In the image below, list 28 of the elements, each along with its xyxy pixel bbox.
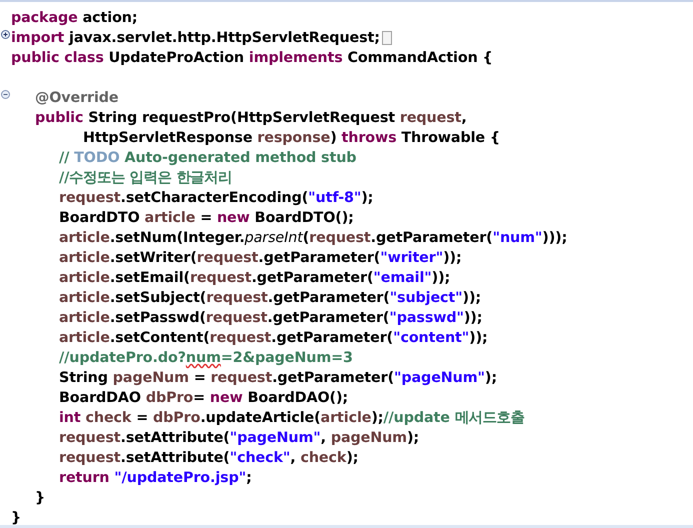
code-line: article.setNum(Integer.parseInt(request.getParameter("num"))); — [58, 230, 568, 246]
code-line: article.setWriter(request.getParameter("writer")); — [58, 250, 462, 266]
code-line: HttpServletResponse response) throws Throwable { — [82, 130, 500, 146]
code-line: article.setPasswd(request.getParameter("passwd")); — [58, 310, 482, 326]
code-line: int check = dbPro.updateArticle(article);//update 메서드호출 — [58, 410, 524, 426]
code-line: package action; — [11, 10, 138, 26]
code-line: @Override — [34, 90, 118, 106]
collapse-icon[interactable] — [1, 90, 10, 99]
expand-icon[interactable] — [1, 30, 10, 39]
code-line: // TODO Auto-generated method stub — [58, 150, 356, 166]
code-line: BoardDTO article = new BoardDTO(); — [58, 210, 354, 226]
code-line: BoardDAO dbPro= new BoardDAO(); — [58, 390, 348, 406]
code-line: String pageNum = request.getParameter("pageNum"); — [58, 370, 497, 386]
code-line: import javax.servlet.http.HttpServletRequest; — [11, 30, 380, 46]
folded-code-marker[interactable] — [382, 30, 392, 45]
code-line: } — [11, 510, 22, 526]
code-line: public String requestPro(HttpServletRequest request, — [34, 110, 467, 126]
code-line: public class UpdateProAction implements CommandAction { — [11, 50, 493, 66]
code-line: return "/updatePro.jsp"; — [58, 470, 252, 486]
code-line: //수정또는 입력은 한글처리 — [58, 170, 232, 186]
code-line: request.setCharacterEncoding("utf-8"); — [58, 190, 374, 206]
code-line: } — [34, 490, 46, 506]
code-line: request.setAttribute("check", check); — [58, 450, 358, 466]
code-line: article.setEmail(request.getParameter("email")); — [58, 270, 450, 286]
code-line: article.setSubject(request.getParameter("subject")); — [58, 290, 482, 306]
code-line: article.setContent(request.getParameter("content")); — [58, 330, 488, 346]
code-line: //updatePro.do?num=2&pageNum=3 — [58, 350, 353, 366]
code-line: request.setAttribute("pageNum", pageNum); — [58, 430, 420, 446]
